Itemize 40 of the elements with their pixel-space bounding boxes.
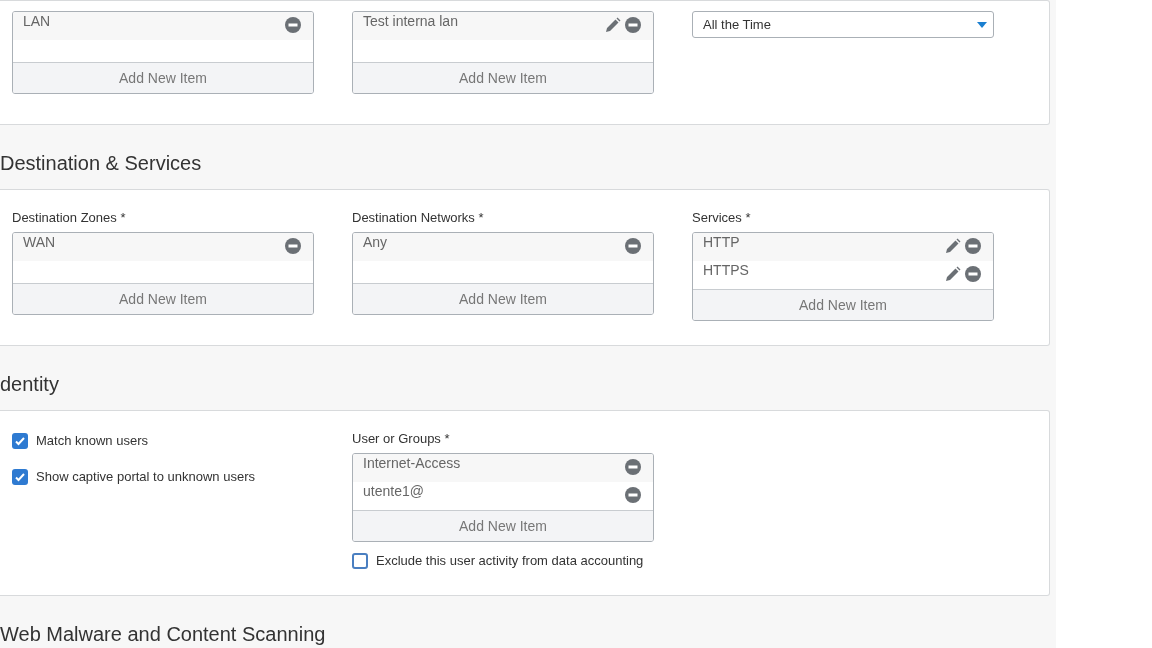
section-title: Web Malware and Content Scanning	[0, 622, 327, 647]
dropdown-caret-icon	[977, 21, 987, 28]
remove-icon[interactable]	[625, 487, 641, 503]
remove-icon[interactable]	[625, 238, 641, 254]
checkbox[interactable]	[12, 433, 28, 449]
list-entry: utente1@	[363, 482, 425, 500]
field-label: Destination Networks *	[352, 210, 485, 226]
add-item-button[interactable]: Add New Item	[353, 62, 653, 93]
checkbox-label: Exclude this user activity from data accounting	[376, 552, 644, 571]
list-entry: Test interna lan	[363, 12, 459, 30]
field-label: User or Groups *	[352, 431, 451, 447]
field-label: Destination Zones *	[12, 210, 127, 226]
checkbox[interactable]	[352, 553, 368, 569]
remove-icon[interactable]	[625, 17, 641, 33]
add-item-button[interactable]: Add New Item	[13, 283, 313, 314]
list-entry: HTTP	[703, 233, 741, 251]
section-title: dentity	[0, 372, 60, 397]
time-select[interactable]: All the Time	[692, 11, 994, 38]
edit-icon[interactable]	[945, 266, 961, 282]
list-entry: Internet-Access	[363, 454, 462, 472]
section-title: Destination & Services	[0, 151, 203, 176]
checkbox[interactable]	[12, 469, 28, 485]
add-item-button[interactable]: Add New Item	[13, 62, 313, 93]
edit-icon[interactable]	[605, 17, 621, 33]
add-item-button[interactable]: Add New Item	[693, 289, 993, 320]
list-entry: HTTPS	[703, 261, 750, 279]
edit-icon[interactable]	[945, 238, 961, 254]
list-entry: WAN	[23, 233, 57, 251]
remove-icon[interactable]	[965, 238, 981, 254]
field-label: Services *	[692, 210, 752, 226]
remove-icon[interactable]	[625, 459, 641, 475]
remove-icon[interactable]	[965, 266, 981, 282]
checkbox-label: Match known users	[36, 432, 148, 451]
add-item-button[interactable]: Add New Item	[353, 510, 653, 541]
remove-icon[interactable]	[285, 238, 301, 254]
list-entry: Any	[363, 233, 389, 251]
remove-icon[interactable]	[285, 17, 301, 33]
list-entry: LAN	[23, 12, 52, 30]
checkbox-label: Show captive portal to unknown users	[36, 468, 255, 487]
add-item-button[interactable]: Add New Item	[353, 283, 653, 314]
